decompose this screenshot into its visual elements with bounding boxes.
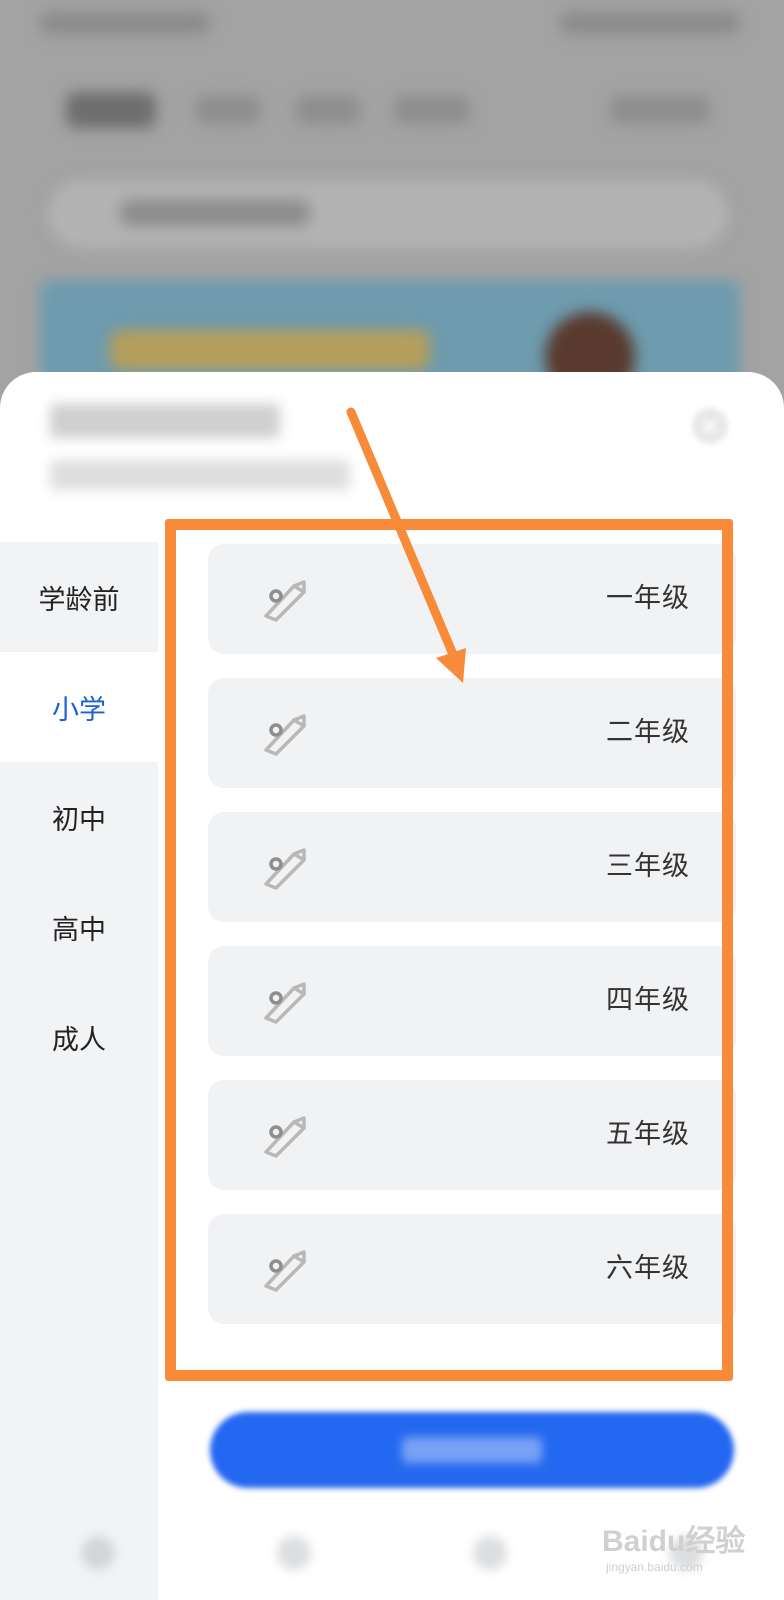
- bg-search-text: [120, 200, 310, 226]
- pencil-icon: [264, 1116, 306, 1158]
- pencil-icon: [264, 848, 306, 890]
- sheet-title: [50, 404, 280, 447]
- bg-status-bar: [40, 12, 210, 34]
- pencil-icon: [264, 714, 306, 756]
- grade-label: 四年级: [606, 985, 690, 1016]
- bg-tab-active: [66, 92, 156, 128]
- bottom-nav: [0, 1506, 784, 1600]
- nav-icon: [277, 1536, 311, 1570]
- grade-label: 五年级: [606, 1119, 690, 1150]
- nav-icon: [669, 1536, 703, 1570]
- bg-tab: [296, 96, 360, 124]
- grade-card-5[interactable]: 五年级: [208, 1080, 736, 1190]
- bg-status-icons: [560, 12, 740, 34]
- category-sidebar: 学龄前 小学 初中 高中 成人: [0, 542, 158, 1600]
- confirm-label-placeholder: [402, 1437, 542, 1463]
- pencil-icon: [264, 1250, 306, 1292]
- grade-card-3[interactable]: 三年级: [208, 812, 736, 922]
- grade-label: 六年级: [606, 1253, 690, 1284]
- bg-tab: [196, 96, 260, 124]
- close-icon[interactable]: [690, 406, 730, 446]
- category-label: 高中: [52, 914, 106, 946]
- category-item-adult[interactable]: 成人: [0, 982, 158, 1092]
- category-item-preschool[interactable]: 学龄前: [0, 542, 158, 652]
- nav-icon: [81, 1536, 115, 1570]
- grade-picker-sheet: 学龄前 小学 初中 高中 成人 一年级 二年级 三年级 四年级 五年级 六年级: [0, 372, 784, 1600]
- grade-card-1[interactable]: 一年级: [208, 544, 736, 654]
- sheet-header: [0, 372, 784, 542]
- category-item-junior-high[interactable]: 初中: [0, 762, 158, 872]
- category-label: 初中: [52, 804, 106, 836]
- bg-action: [610, 96, 710, 124]
- grade-card-4[interactable]: 四年级: [208, 946, 736, 1056]
- pencil-icon: [264, 580, 306, 622]
- confirm-button[interactable]: [210, 1412, 734, 1488]
- bg-banner-strip: [110, 330, 430, 370]
- category-item-senior-high[interactable]: 高中: [0, 872, 158, 982]
- grade-card-2[interactable]: 二年级: [208, 678, 736, 788]
- sheet-subtitle: [50, 460, 350, 497]
- category-item-primary[interactable]: 小学: [0, 652, 158, 762]
- pencil-icon: [264, 982, 306, 1024]
- bg-tab: [394, 96, 470, 124]
- category-label: 小学: [52, 694, 106, 726]
- category-label: 学龄前: [38, 584, 120, 616]
- background-app: [0, 0, 784, 420]
- nav-icon: [473, 1536, 507, 1570]
- grade-label: 三年级: [606, 851, 690, 882]
- category-label: 成人: [52, 1024, 106, 1056]
- grade-card-6[interactable]: 六年级: [208, 1214, 736, 1324]
- grade-label: 一年级: [606, 583, 690, 614]
- grade-label: 二年级: [606, 717, 690, 748]
